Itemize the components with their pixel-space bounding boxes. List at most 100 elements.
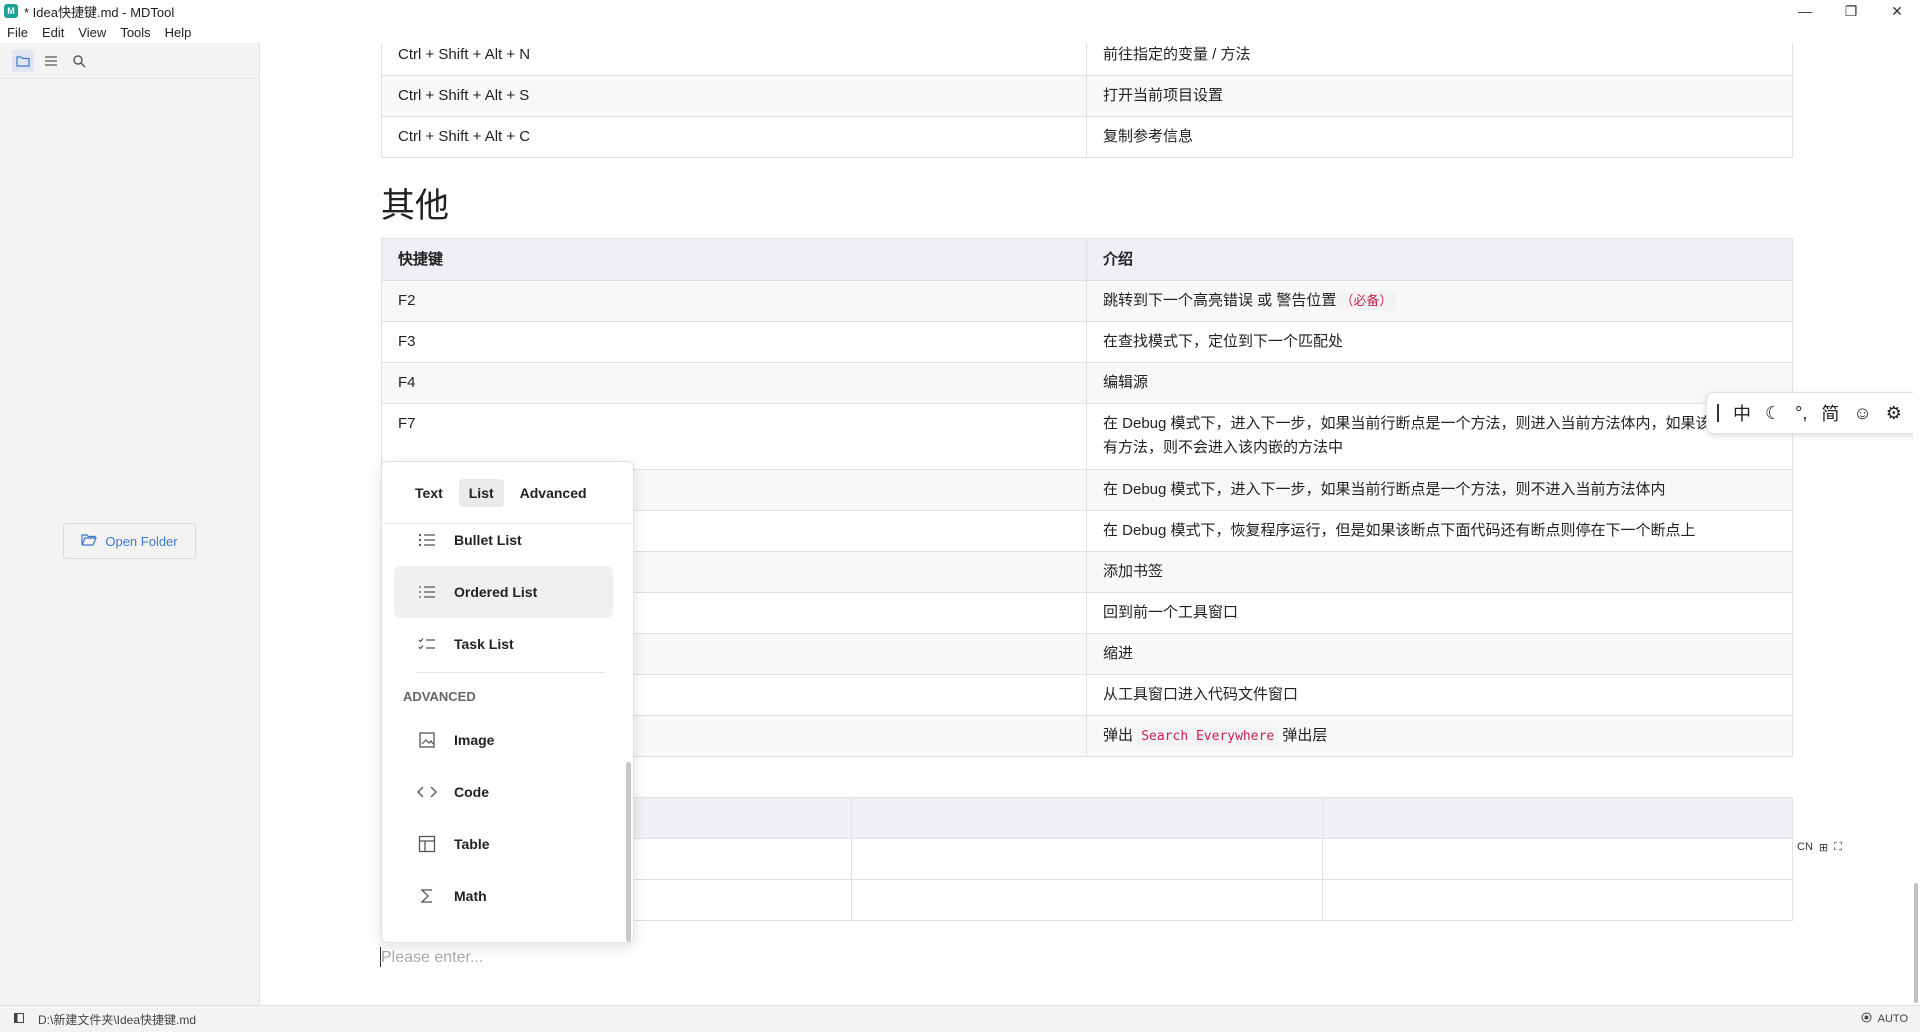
table-cell[interactable]: 弹出 Search Everywhere 弹出层 <box>1086 715 1793 757</box>
table-cell[interactable]: 前往指定的变量 / 方法 <box>1086 43 1793 76</box>
open-folder-button[interactable]: Open Folder <box>63 523 196 559</box>
popup-scrollbar[interactable] <box>626 762 631 942</box>
table-cell[interactable]: F7 <box>381 403 1087 470</box>
ime-chinese-mode[interactable]: 中 <box>1733 400 1751 426</box>
menu-help[interactable]: Help <box>158 25 199 40</box>
table-cell[interactable]: F4 <box>381 362 1087 404</box>
table-cell[interactable] <box>851 879 1323 921</box>
outline-icon[interactable] <box>40 50 62 72</box>
task-list-icon <box>416 633 438 655</box>
sigma-icon <box>416 885 438 907</box>
table-cell[interactable]: F3 <box>381 321 1087 363</box>
menu-item-task-list[interactable]: Task List <box>394 618 613 670</box>
menu-file[interactable]: File <box>0 25 35 40</box>
punctuation-toggle[interactable]: °, <box>1795 403 1807 424</box>
table-cell[interactable]: 缩进 <box>1086 633 1793 675</box>
close-button[interactable]: ✕ <box>1874 0 1920 22</box>
menu-item-label: Math <box>454 888 487 904</box>
table-cell[interactable] <box>851 838 1323 880</box>
inline-code: （必备） <box>1336 292 1397 311</box>
ime-simplified-toggle[interactable]: 简 <box>1821 400 1839 426</box>
gear-icon[interactable]: ⚙ <box>1886 403 1902 424</box>
theme-mode-toggle[interactable]: AUTO <box>1878 1013 1908 1025</box>
table-cell[interactable]: 在 Debug 模式下，进入下一步，如果当前行断点是一个方法，则不进入当前方法体… <box>1086 469 1793 511</box>
window-controls: — ❐ ✕ <box>1782 0 1920 22</box>
cell-text: 弹出层 <box>1282 727 1328 744</box>
table-row: F4 编辑源 <box>381 362 1793 404</box>
table-cell[interactable] <box>1322 879 1793 921</box>
section-heading[interactable]: 其他 <box>381 158 1793 238</box>
table-row: Ctrl + Shift + Alt + S 打开当前项目设置 <box>381 75 1793 117</box>
menu-item-table[interactable]: Table <box>394 818 613 870</box>
search-icon[interactable] <box>68 50 90 72</box>
title-bar: M * Idea快捷键.md - MDTool — ❐ ✕ <box>0 0 1920 22</box>
menu-item-label: Ordered List <box>454 584 538 600</box>
table-cell[interactable]: 打开当前项目设置 <box>1086 75 1793 117</box>
insert-menu-popup: Text List Advanced Bullet List Ordered L… <box>381 461 634 943</box>
cell-text: 弹出 <box>1103 727 1134 744</box>
scrollbar-thumb[interactable] <box>1914 883 1918 1003</box>
emoji-icon[interactable]: ☺ <box>1853 403 1871 424</box>
menu-item-code[interactable]: Code <box>394 766 613 818</box>
table-cell[interactable]: 编辑源 <box>1086 362 1793 404</box>
menu-item-ordered-list[interactable]: Ordered List <box>394 566 613 618</box>
table-icon <box>416 833 438 855</box>
ordered-list-icon <box>416 581 438 603</box>
table-cell[interactable]: 在 Debug 模式下，进入下一步，如果当前行断点是一个方法，则进入当前方法体内… <box>1086 403 1793 470</box>
menu-item-label: Task List <box>454 636 514 652</box>
sidebar: Open Folder <box>0 43 260 1005</box>
table-cell[interactable]: 在 Debug 模式下，恢复程序运行，但是如果该断点下面代码还有断点则停在下一个… <box>1086 510 1793 552</box>
folder-open-icon <box>81 533 98 549</box>
menu-item-label: Image <box>454 732 495 748</box>
table-cell[interactable]: 从工具窗口进入代码文件窗口 <box>1086 674 1793 716</box>
table-header-cell[interactable]: 介绍 <box>1086 238 1793 281</box>
tab-text[interactable]: Text <box>405 479 453 507</box>
minimize-button[interactable]: — <box>1782 0 1828 22</box>
inline-code: Search Everywhere <box>1137 727 1279 746</box>
table-cell[interactable]: 复制参考信息 <box>1086 116 1793 158</box>
menu-item-math[interactable]: Math <box>394 870 613 922</box>
app-logo-icon: M <box>4 4 18 18</box>
sidebar-toggle-icon[interactable] <box>14 1012 24 1026</box>
code-icon <box>416 781 438 803</box>
menu-item-label: Bullet List <box>454 532 522 548</box>
menu-item-image[interactable]: Image <box>394 714 613 766</box>
table-cell[interactable] <box>1322 838 1793 880</box>
table-row: F3 在查找模式下，定位到下一个匹配处 <box>381 321 1793 363</box>
status-bar: D:\新建文件夹\Idea快捷键.md AUTO <box>0 1005 1920 1032</box>
table-header-cell[interactable] <box>1322 797 1793 839</box>
moon-icon[interactable]: ☾ <box>1765 403 1781 424</box>
table-row: F2 跳转到下一个高亮错误 或 警告位置 （必备） <box>381 280 1793 322</box>
menu-edit[interactable]: Edit <box>35 25 71 40</box>
table-cell[interactable]: 回到前一个工具窗口 <box>1086 592 1793 634</box>
language-toggle[interactable]: CN <box>1797 841 1813 854</box>
menu-tools[interactable]: Tools <box>113 25 157 40</box>
menu-item-label: Table <box>454 836 490 852</box>
folder-icon[interactable] <box>12 49 34 72</box>
menu-item-bullet-list[interactable]: Bullet List <box>394 514 613 566</box>
table-cell[interactable]: Ctrl + Shift + Alt + S <box>381 75 1087 117</box>
table-cell[interactable]: F2 <box>381 280 1087 322</box>
tab-list[interactable]: List <box>458 478 504 507</box>
editor-scrollbar[interactable] <box>1913 43 1920 1005</box>
table-cell[interactable]: 添加书签 <box>1086 551 1793 593</box>
section-label-advanced: ADVANCED <box>403 689 476 704</box>
menu-view[interactable]: View <box>71 25 113 40</box>
table-cell[interactable]: 在查找模式下，定位到下一个匹配处 <box>1086 321 1793 363</box>
table-grid-icon[interactable]: ⊞ <box>1819 841 1828 854</box>
editor-placeholder[interactable]: Please enter... <box>381 949 483 967</box>
table-cell[interactable]: Ctrl + Shift + Alt + N <box>381 43 1087 76</box>
menu-item-label: Code <box>454 784 489 800</box>
table-row: F7 在 Debug 模式下，进入下一步，如果当前行断点是一个方法，则进入当前方… <box>381 403 1793 470</box>
status-right: AUTO <box>1861 1012 1908 1026</box>
shortcut-table-top: Ctrl + Shift + Alt + N 前往指定的变量 / 方法 Ctrl… <box>381 43 1793 158</box>
tab-advanced[interactable]: Advanced <box>510 479 597 507</box>
table-cell[interactable]: 跳转到下一个高亮错误 或 警告位置 （必备） <box>1086 280 1793 322</box>
ime-toolbar: 中 ☾ °, 简 ☺ ⚙ <box>1706 392 1920 434</box>
table-cell[interactable]: Ctrl + Shift + Alt + C <box>381 116 1087 158</box>
ime-drag-handle[interactable] <box>1717 404 1719 422</box>
maximize-button[interactable]: ❐ <box>1828 0 1874 22</box>
table-header-cell[interactable]: 快捷键 <box>381 238 1087 281</box>
fullscreen-icon[interactable]: ⛶ <box>1834 841 1842 854</box>
table-header-cell[interactable] <box>851 797 1323 839</box>
